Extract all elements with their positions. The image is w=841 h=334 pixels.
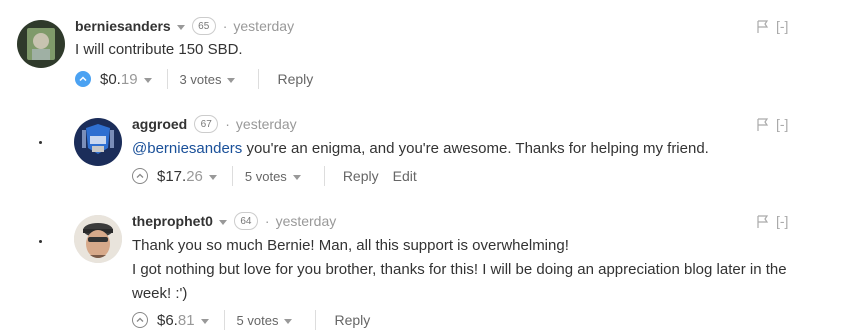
votes-count[interactable]: 5 votes <box>237 313 279 328</box>
body-text: you're an enigma, and you're awesome. Th… <box>242 140 709 157</box>
author-name[interactable]: berniesanders <box>75 18 171 34</box>
upvote-icon <box>79 76 87 82</box>
upvote-button[interactable] <box>132 168 148 184</box>
reputation-badge: 65 <box>191 17 216 35</box>
flag-icon[interactable] <box>757 20 769 34</box>
votes-count[interactable]: 3 votes <box>180 72 222 87</box>
comment-meta: berniesanders 65 · yesterday <box>75 16 294 36</box>
divider <box>315 310 317 330</box>
body-line: Thank you so much Bernie! Man, all this … <box>132 237 569 254</box>
collapse-toggle[interactable]: [-] <box>776 18 788 34</box>
body-line: I got nothing but love for you brother, … <box>132 261 787 278</box>
separator-dot: · <box>264 213 270 229</box>
upvote-icon <box>136 317 144 322</box>
votes-count[interactable]: 5 votes <box>245 169 287 184</box>
payout-dollars: $6. <box>157 311 178 329</box>
divider <box>323 166 325 186</box>
reply-link[interactable]: Reply <box>277 71 313 87</box>
payout-cents: 81 <box>177 311 195 329</box>
avatar[interactable] <box>74 215 122 263</box>
author-name[interactable]: theprophet0 <box>132 213 213 229</box>
comment-meta: theprophet0 64 · yesterday <box>132 211 336 231</box>
reputation-badge: 64 <box>233 212 258 230</box>
payout-dollars: $17. <box>157 167 187 185</box>
chevron-down-icon[interactable] <box>208 174 217 180</box>
body-line: week! :') <box>132 285 188 302</box>
mention-link[interactable]: @berniesanders <box>132 140 242 157</box>
chevron-down-icon[interactable] <box>218 219 227 225</box>
payout-cents: 19 <box>120 70 138 88</box>
thread-bullet <box>39 141 42 144</box>
divider <box>166 69 168 89</box>
timestamp[interactable]: yesterday <box>233 18 294 34</box>
reply-link[interactable]: Reply <box>334 312 370 328</box>
timestamp[interactable]: yesterday <box>236 116 297 132</box>
payout-value[interactable]: $0.19 <box>100 71 138 88</box>
reputation-badge: 67 <box>194 115 219 133</box>
comment-meta: aggroed 67 · yesterday <box>132 114 297 134</box>
timestamp[interactable]: yesterday <box>276 213 337 229</box>
flag-icon[interactable] <box>757 215 769 229</box>
chevron-down-icon[interactable] <box>284 318 293 324</box>
avatar[interactable] <box>17 20 65 68</box>
collapse-toggle[interactable]: [-] <box>776 213 788 229</box>
comment-footer: $17.26 5 votes Reply Edit <box>132 164 417 188</box>
divider <box>231 166 233 186</box>
chevron-down-icon[interactable] <box>200 318 209 324</box>
comment-body: @berniesanders you're an enigma, and you… <box>132 137 709 161</box>
edit-link[interactable]: Edit <box>393 168 417 184</box>
separator-dot: · <box>222 18 228 34</box>
comment-body: I will contribute 150 SBD. <box>75 38 243 62</box>
reply-link[interactable]: Reply <box>343 168 379 184</box>
payout-cents: 26 <box>186 167 203 185</box>
chevron-down-icon[interactable] <box>227 77 236 83</box>
upvote-button[interactable] <box>132 312 148 328</box>
collapse-toggle[interactable]: [-] <box>776 116 788 132</box>
comment-footer: $6.81 5 votes Reply <box>132 308 370 332</box>
flag-icon[interactable] <box>757 118 769 132</box>
thread-bullet <box>39 240 42 243</box>
divider <box>258 69 260 89</box>
comment-body: Thank you so much Bernie! Man, all this … <box>132 234 787 306</box>
chevron-down-icon[interactable] <box>176 24 185 30</box>
avatar[interactable] <box>74 118 122 166</box>
body-line: I will contribute 150 SBD. <box>75 41 243 58</box>
upvote-icon <box>136 173 144 178</box>
comment-footer: $0.19 3 votes Reply <box>75 67 313 91</box>
chevron-down-icon[interactable] <box>292 174 301 180</box>
upvote-button[interactable] <box>75 71 91 87</box>
chevron-down-icon[interactable] <box>143 77 152 83</box>
divider <box>223 310 225 330</box>
payout-dollars: $0. <box>100 70 121 88</box>
payout-value[interactable]: $6.81 <box>157 312 195 329</box>
payout-value[interactable]: $17.26 <box>157 168 203 185</box>
author-name[interactable]: aggroed <box>132 116 187 132</box>
separator-dot: · <box>225 116 230 132</box>
